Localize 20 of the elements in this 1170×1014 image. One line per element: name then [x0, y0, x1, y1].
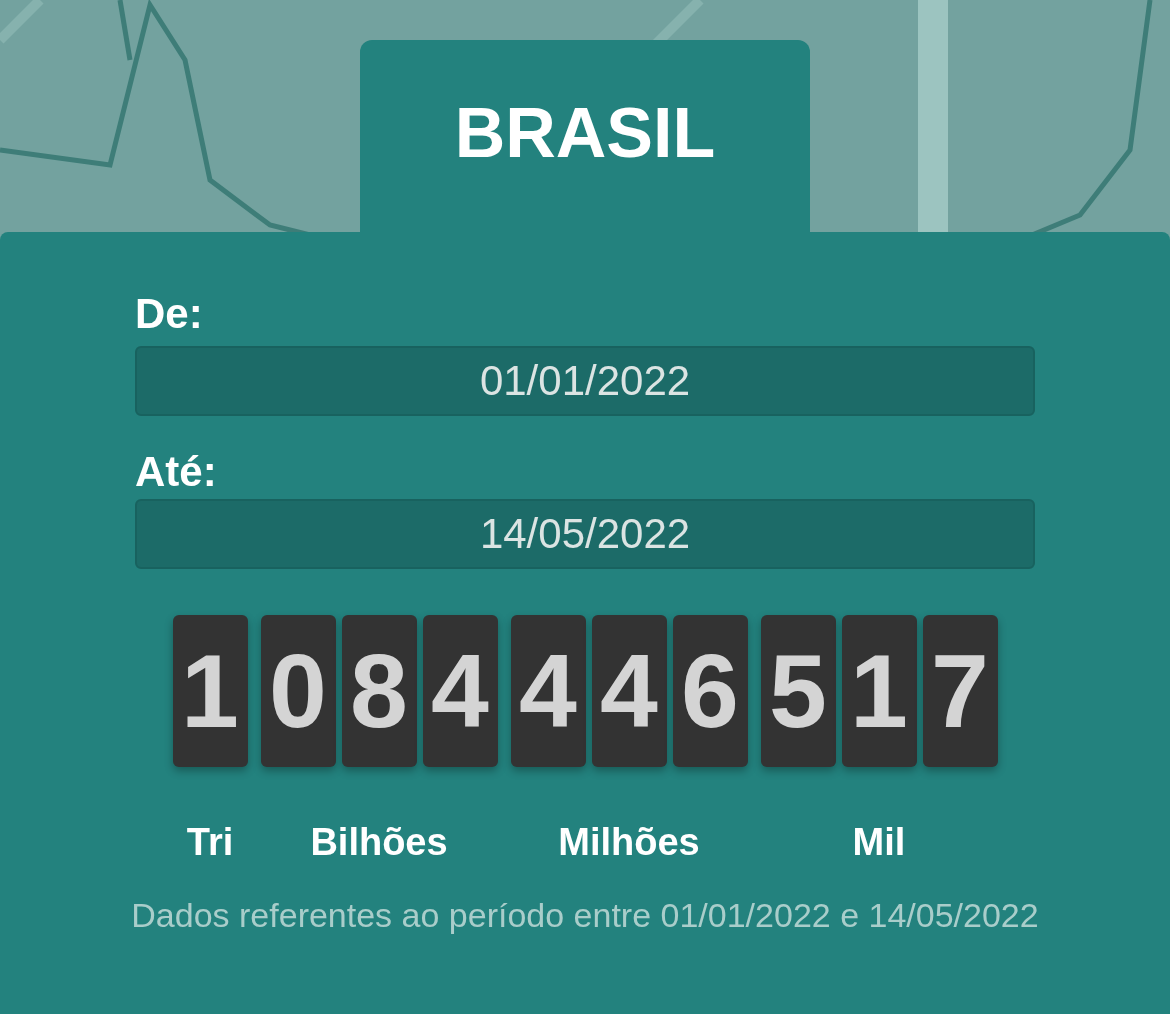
unit-label: Mil: [852, 820, 906, 865]
counter-digit: 7: [922, 615, 998, 767]
counter-digit: 4: [422, 615, 498, 767]
counter-digit: 5: [760, 615, 836, 767]
field-label: De:: [135, 289, 204, 339]
counter-digit: 6: [672, 615, 748, 767]
unit-label: Bilhões: [310, 820, 448, 865]
counter-digit: 1: [172, 615, 248, 767]
date-field[interactable]: 01/01/2022: [135, 346, 1035, 416]
counter-digit: 8: [341, 615, 417, 767]
counter-digit: 0: [260, 615, 336, 767]
field-label: Até:: [135, 447, 218, 497]
unit-label: Milhões: [558, 820, 700, 865]
region-tab[interactable]: BRASIL: [360, 40, 810, 232]
counter-digit: 1: [841, 615, 917, 767]
unit-label: Tri: [186, 820, 234, 865]
date-field[interactable]: 14/05/2022: [135, 499, 1035, 569]
counter-digit: 4: [591, 615, 667, 767]
period-note: Dados referentes ao período entre 01/01/2022 e 14/05/2022: [130, 895, 1040, 936]
counter-digit: 4: [510, 615, 586, 767]
